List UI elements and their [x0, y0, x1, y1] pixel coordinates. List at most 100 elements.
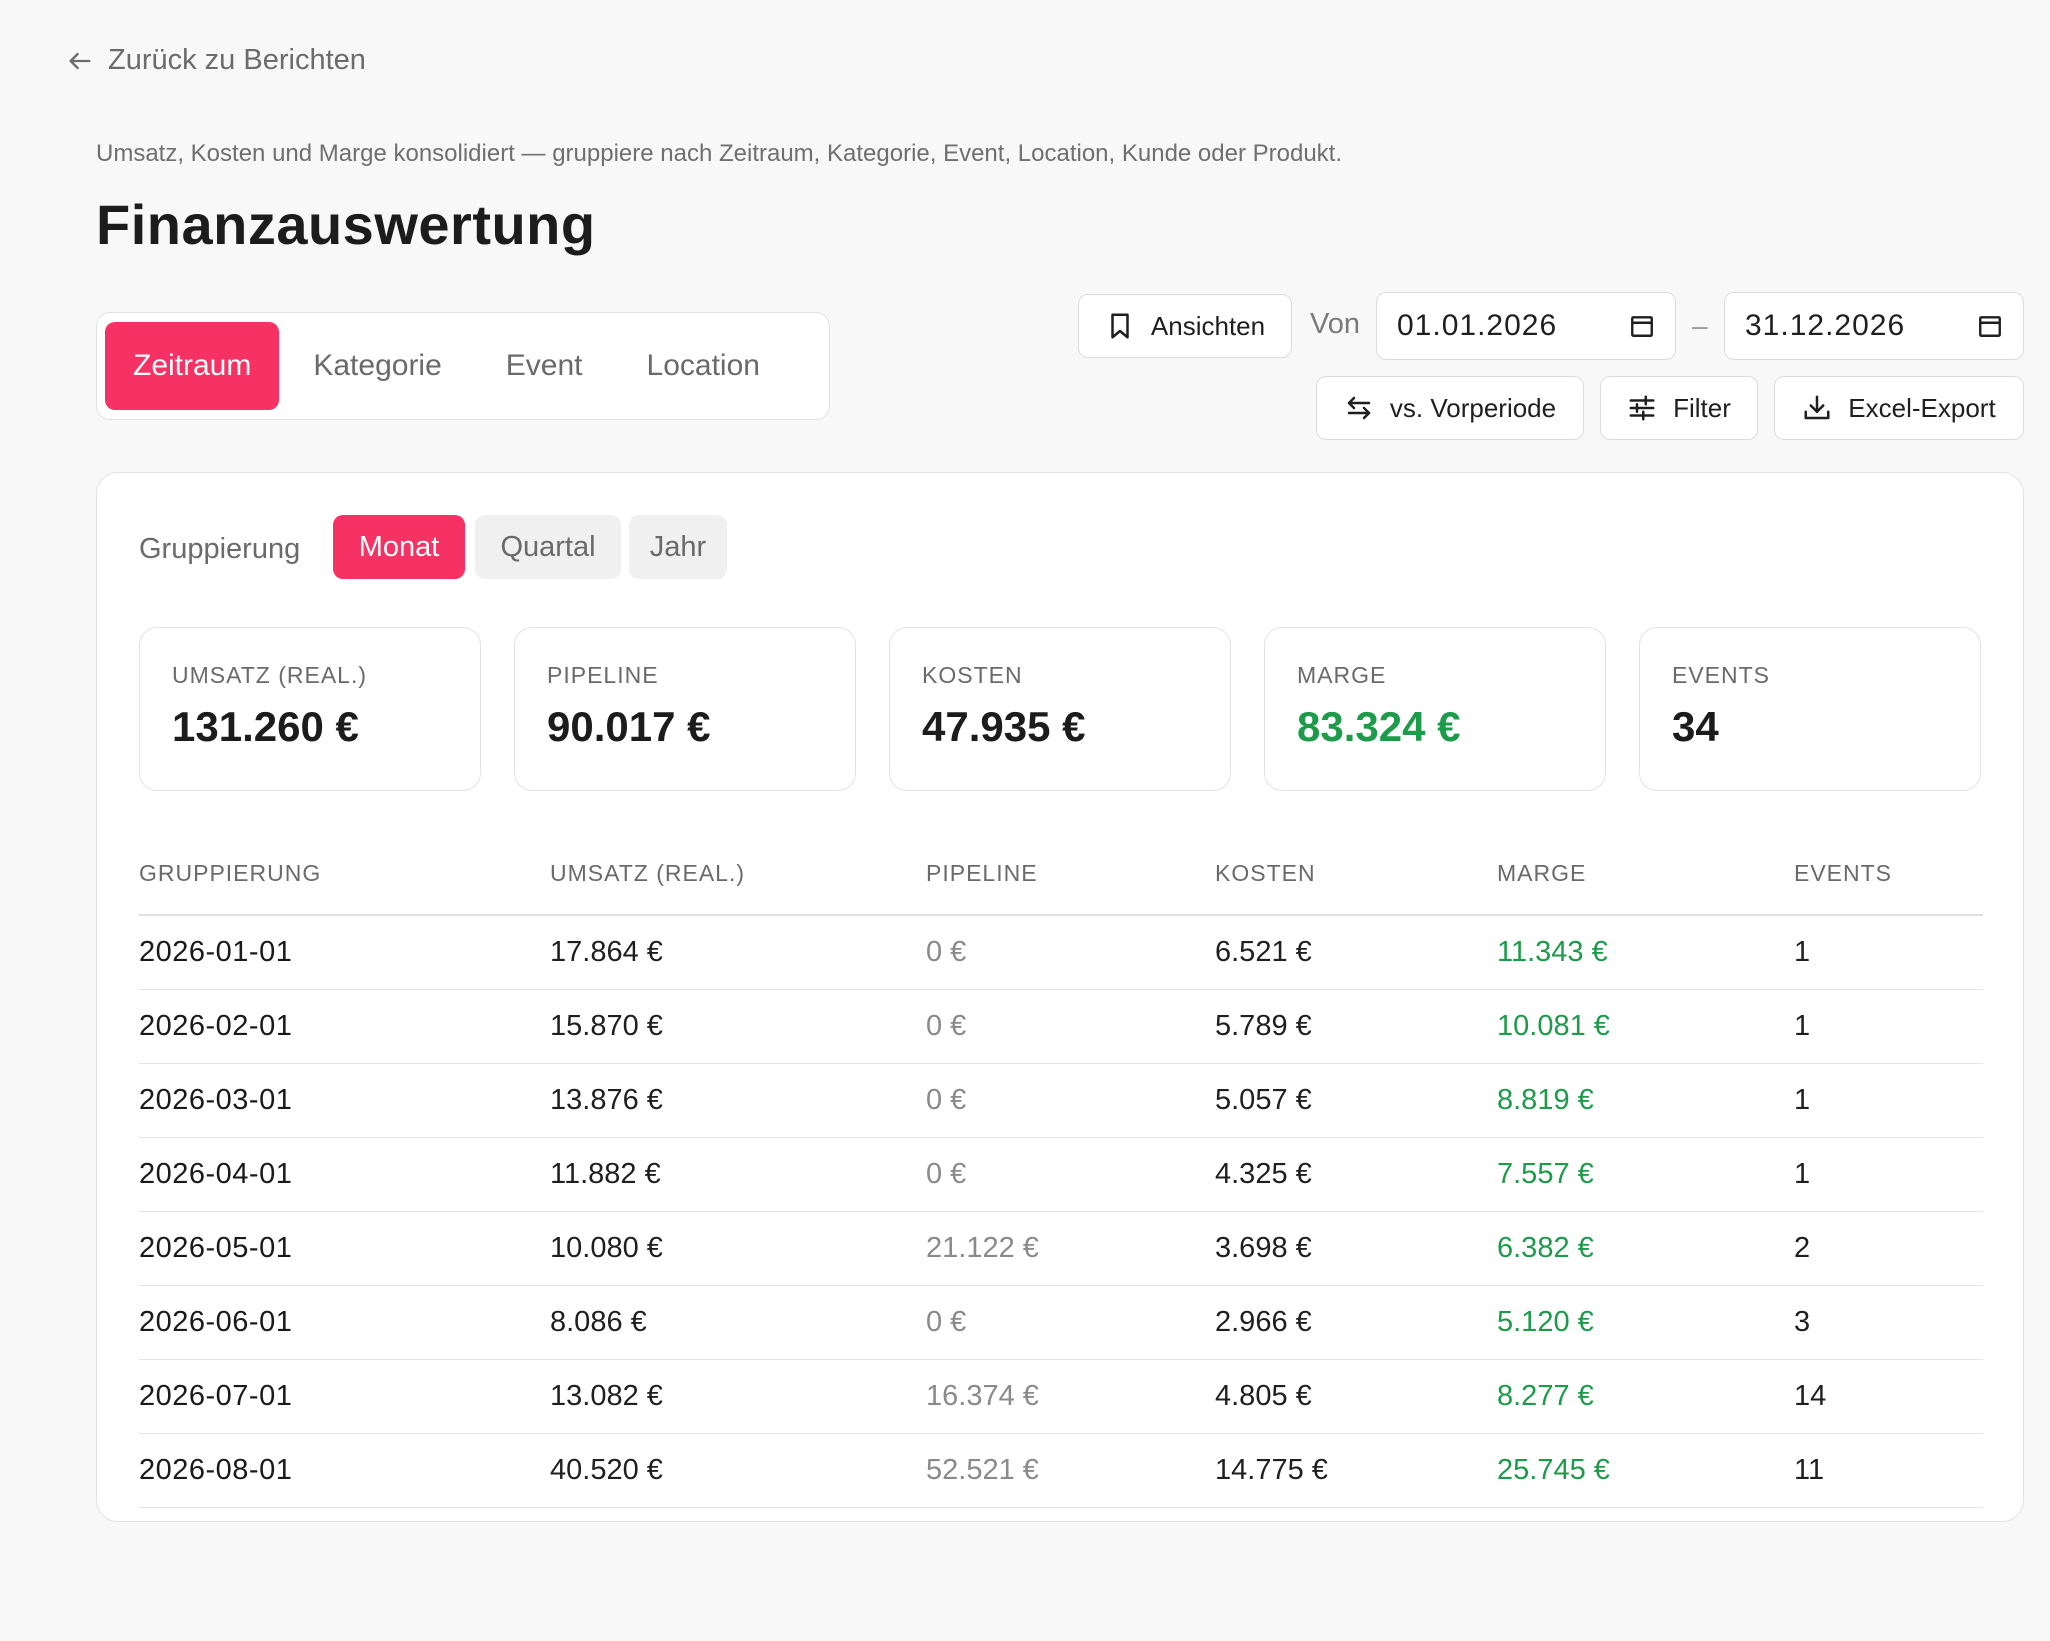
download-icon	[1804, 395, 1830, 420]
kpi-card-events: EVENTS 34	[1639, 627, 1981, 791]
cell-period: 2026-05-01	[139, 1211, 550, 1286]
cell-period: 2026-07-01	[139, 1359, 550, 1434]
kpi-label: MARGE	[1297, 662, 1387, 688]
cell-marge: 25.745 €	[1497, 1433, 1794, 1508]
table-row[interactable]: 2026-03-01 13.876 €0 €5.057 €8.819 €1	[139, 1063, 1983, 1138]
cell-pipeline: 16.374 €	[926, 1359, 1215, 1434]
tab-zeitraum[interactable]: Zeitraum	[105, 322, 280, 410]
table-row[interactable]: 2026-08-01 40.520 €52.521 €14.775 €25.745…	[139, 1433, 1983, 1508]
calendar-icon	[1631, 316, 1653, 337]
cell-umsatz: 11.882 €	[550, 1137, 926, 1212]
cell-events: 1	[1794, 1137, 1983, 1212]
cell-kosten: 5.057 €	[1215, 1063, 1497, 1138]
compare-previous-period-button[interactable]: vs. Vorperiode	[1316, 376, 1584, 440]
cell-marge: 7.557 €	[1497, 1137, 1794, 1212]
tab-location[interactable]: Location	[617, 322, 790, 410]
cell-kosten: 14.775 €	[1215, 1433, 1497, 1508]
column-header-umsatz[interactable]: UMSATZ (REAL.)	[550, 833, 926, 916]
column-header-gruppierung[interactable]: GRUPPIERUNG	[139, 833, 550, 916]
column-header-marge[interactable]: MARGE	[1497, 833, 1794, 916]
calendar-icon	[1979, 316, 2001, 337]
cell-kosten: 5.789 €	[1215, 989, 1497, 1064]
cell-umsatz: 15.870 €	[550, 989, 926, 1064]
grouping-label: Gruppierung	[139, 533, 301, 565]
arrow-left-icon	[69, 52, 91, 69]
cell-umsatz: 8.086 €	[550, 1285, 926, 1360]
kpi-value: 47.935 €	[922, 703, 1086, 750]
excel-export-label: Excel-Export	[1848, 392, 1996, 423]
table-row[interactable]: 2026-05-01 10.080 €21.122 €3.698 €6.382 €…	[139, 1211, 1983, 1286]
cell-pipeline: 52.521 €	[926, 1433, 1215, 1508]
cell-marge: 6.382 €	[1497, 1211, 1794, 1286]
cell-marge: 10.081 €	[1497, 989, 1794, 1064]
table-row[interactable]: 2026-02-01 15.870 €0 €5.789 €10.081 €1	[139, 989, 1983, 1064]
excel-export-button[interactable]: Excel-Export	[1774, 376, 2024, 440]
cell-umsatz: 13.082 €	[550, 1359, 926, 1434]
swap-arrows-icon	[1347, 396, 1371, 420]
cell-events: 11	[1794, 1433, 1983, 1508]
date-range-separator: –	[1692, 310, 1708, 341]
table-row[interactable]: 2026-01-01 17.864 €0 €6.521 €11.343 €1	[139, 915, 1983, 990]
column-header-pipeline[interactable]: PIPELINE	[926, 833, 1215, 916]
cell-events: 3	[1794, 1285, 1983, 1360]
cell-marge: 11.343 €	[1497, 915, 1794, 990]
cell-period: 2026-08-01	[139, 1433, 550, 1508]
grouping-monat-button[interactable]: Monat	[333, 515, 465, 579]
dimension-tabs: Zeitraum Kategorie Event Location	[96, 312, 830, 420]
grouping-quartal-button[interactable]: Quartal	[475, 515, 621, 579]
cell-umsatz: 40.520 €	[550, 1433, 926, 1508]
table-row[interactable]: 2026-07-01 13.082 €16.374 €4.805 €8.277 €…	[139, 1359, 1983, 1434]
kpi-value: 34	[1672, 703, 1719, 750]
cell-kosten: 6.521 €	[1215, 915, 1497, 990]
tab-kategorie[interactable]: Kategorie	[283, 322, 471, 410]
date-to-value: 31.12.2026	[1745, 309, 1906, 342]
table-row[interactable]: 2026-06-01 8.086 €0 €2.966 €5.120 €3	[139, 1285, 1983, 1360]
cell-marge: 8.277 €	[1497, 1359, 1794, 1434]
cell-events: 14	[1794, 1359, 1983, 1434]
cell-pipeline: 0 €	[926, 1137, 1215, 1212]
date-from-label: Von	[1310, 308, 1360, 340]
cell-pipeline: 21.122 €	[926, 1211, 1215, 1286]
date-from-value: 01.01.2026	[1397, 309, 1558, 342]
date-from-input[interactable]: 01.01.2026	[1376, 292, 1676, 360]
cell-events: 1	[1794, 989, 1983, 1064]
cell-period: 2026-03-01	[139, 1063, 550, 1138]
cell-pipeline: 0 €	[926, 989, 1215, 1064]
cell-marge: 5.120 €	[1497, 1285, 1794, 1360]
kpi-value: 83.324 €	[1297, 703, 1461, 750]
bookmark-icon	[1111, 313, 1129, 339]
kpi-label: UMSATZ (REAL.)	[172, 662, 368, 688]
views-button[interactable]: Ansichten	[1078, 294, 1292, 358]
column-header-kosten[interactable]: KOSTEN	[1215, 833, 1497, 916]
page-title: Finanzauswertung	[96, 193, 596, 256]
column-header-events[interactable]: EVENTS	[1794, 833, 1983, 916]
cell-kosten: 4.325 €	[1215, 1137, 1497, 1212]
filter-button-label: Filter	[1673, 392, 1731, 423]
cell-kosten: 4.805 €	[1215, 1359, 1497, 1434]
cell-marge: 8.819 €	[1497, 1063, 1794, 1138]
kpi-card-kosten: KOSTEN 47.935 €	[889, 627, 1231, 791]
compare-button-label: vs. Vorperiode	[1389, 392, 1557, 423]
cell-period: 2026-02-01	[139, 989, 550, 1064]
kpi-value: 131.260 €	[172, 703, 359, 750]
kpi-label: KOSTEN	[922, 662, 1023, 688]
cell-pipeline: 0 €	[926, 1063, 1215, 1138]
table-row[interactable]: 2026-04-01 11.882 €0 €4.325 €7.557 €1	[139, 1137, 1983, 1212]
cell-umsatz: 13.876 €	[550, 1063, 926, 1138]
filter-button[interactable]: Filter	[1600, 376, 1758, 440]
tab-event[interactable]: Event	[476, 322, 613, 410]
cell-kosten: 2.966 €	[1215, 1285, 1497, 1360]
cell-umsatz: 17.864 €	[550, 915, 926, 990]
cell-events: 2	[1794, 1211, 1983, 1286]
report-card: Gruppierung Monat Quartal Jahr UMSATZ (R…	[96, 472, 2024, 1522]
cell-period: 2026-01-01	[139, 915, 550, 990]
back-to-reports-link[interactable]: Zurück zu Berichten	[66, 44, 366, 77]
date-to-input[interactable]: 31.12.2026	[1724, 292, 2024, 360]
cell-period: 2026-06-01	[139, 1285, 550, 1360]
table-header-row: GRUPPIERUNG UMSATZ (REAL.) PIPELINE KOST…	[139, 833, 1983, 916]
kpi-card-marge: MARGE 83.324 €	[1264, 627, 1606, 791]
grouping-jahr-button[interactable]: Jahr	[629, 515, 727, 579]
kpi-card-umsatz: UMSATZ (REAL.) 131.260 €	[139, 627, 481, 791]
cell-period: 2026-04-01	[139, 1137, 550, 1212]
cell-umsatz: 10.080 €	[550, 1211, 926, 1286]
